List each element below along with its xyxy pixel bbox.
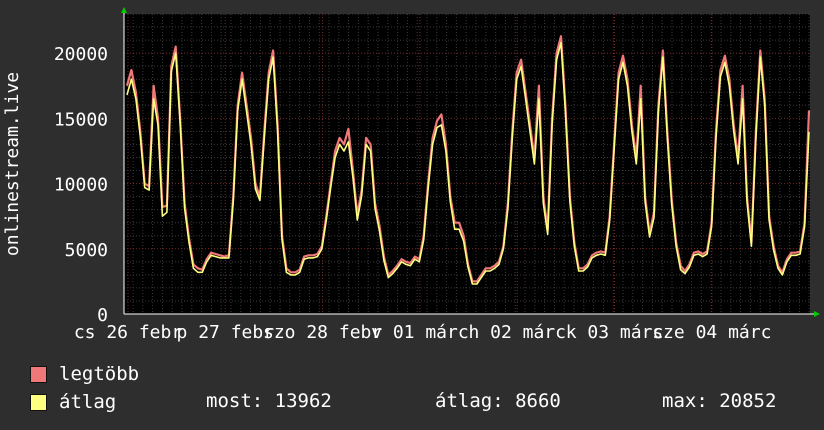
x-tick-label: v 01 márc	[371, 322, 469, 343]
y-tick-label: 15000	[54, 109, 108, 130]
x-axis: cs 26 febrp 27 febrszo 28 febrv 01 márc h…	[74, 322, 772, 343]
x-tick-label: cs 26 febr	[74, 322, 183, 343]
stat-atlag: átlag: 8660	[435, 390, 561, 412]
legend-label: átlag	[59, 391, 117, 413]
legend-item-atlag: átlag	[30, 390, 116, 414]
legend-swatch-icon	[30, 365, 47, 383]
y-tick-label: 5000	[65, 240, 108, 261]
x-axis-arrow	[814, 311, 820, 317]
stat-most: most: 13962	[206, 390, 332, 412]
plot-area	[124, 14, 810, 314]
x-tick-label: szo 28 febr	[263, 322, 382, 343]
x-tick-label: h 02 márc	[468, 322, 566, 343]
legend-label: legtöbb	[59, 363, 140, 385]
x-tick-label: sze 04 márc	[652, 322, 771, 343]
y-axis-label: onlinestream.live	[2, 72, 23, 256]
chart: 05000100001500020000 cs 26 febrp 27 febr…	[2, 7, 820, 343]
x-tick-label: p 27 febr	[177, 322, 275, 343]
y-axis: 05000100001500020000	[54, 44, 108, 326]
legend-item-legtobb: legtöbb	[30, 362, 139, 386]
stat-max: max: 20852	[662, 390, 777, 412]
y-tick-label: 20000	[54, 44, 108, 65]
y-tick-label: 10000	[54, 175, 108, 196]
x-tick-label: k 03 márc	[566, 322, 664, 343]
legend-swatch-icon	[30, 393, 47, 411]
y-axis-arrow	[121, 7, 127, 13]
